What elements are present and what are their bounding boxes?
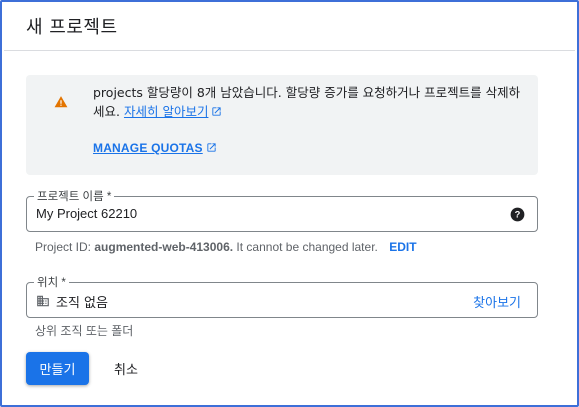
project-name-input[interactable]: My Project 62210 — [36, 206, 137, 221]
open-in-new-icon — [212, 107, 222, 116]
dialog-frame: 새 프로젝트 projects 할당량이 8개 남았습니다. 할당량 증가를 요… — [0, 0, 579, 407]
quota-warning-text: projects 할당량이 8개 남았습니다. 할당량 증가를 요청하거나 프로… — [93, 83, 523, 121]
project-id-hint: Project ID: augmented-web-413006. It can… — [35, 240, 417, 254]
manage-quotas-link[interactable]: MANAGE QUOTAS — [93, 141, 217, 155]
dialog-title: 새 프로젝트 — [26, 17, 118, 38]
learn-more-label: 자세히 알아보기 — [123, 104, 209, 119]
location-hint: 상위 조직 또는 폴더 — [35, 324, 134, 338]
manage-quotas-label: MANAGE QUOTAS — [93, 141, 203, 155]
location-value: 조직 없음 — [56, 296, 108, 311]
location-label: 위치 * — [34, 274, 69, 290]
title-divider — [4, 50, 575, 51]
svg-text:?: ? — [515, 210, 521, 220]
project-name-label: 프로젝트 이름 * — [34, 188, 115, 204]
browse-button[interactable]: 찾아보기 — [473, 292, 521, 311]
warning-icon — [54, 96, 68, 108]
cancel-button[interactable]: 취소 — [103, 352, 149, 385]
open-in-new-icon — [207, 143, 216, 152]
project-id-suffix: It cannot be changed later. — [236, 240, 378, 254]
project-id-value: augmented-web-413006. — [94, 240, 234, 254]
help-icon[interactable]: ? — [510, 207, 525, 222]
quota-warning-box: projects 할당량이 8개 남았습니다. 할당량 증가를 요청하거나 프로… — [26, 75, 538, 175]
create-button[interactable]: 만들기 — [26, 352, 89, 385]
edit-project-id-button[interactable]: EDIT — [389, 240, 416, 254]
learn-more-link[interactable]: 자세히 알아보기 — [124, 104, 222, 119]
project-name-field[interactable]: 프로젝트 이름 * My Project 62210 ? — [26, 188, 538, 232]
location-field[interactable]: 위치 * 조직 없음 찾아보기 — [26, 274, 538, 318]
building-icon — [37, 295, 49, 307]
project-id-prefix: Project ID: — [35, 240, 92, 254]
